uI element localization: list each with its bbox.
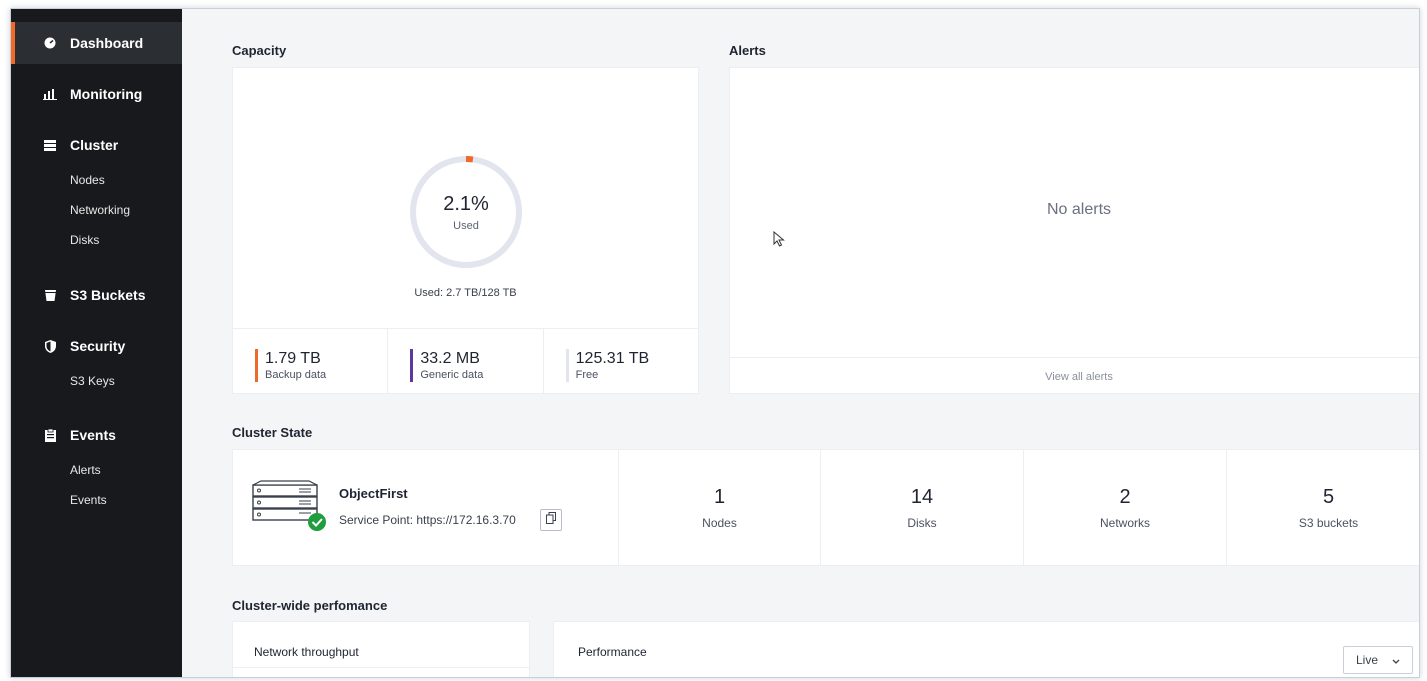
metric-nodes[interactable]: 1 Nodes — [619, 450, 821, 565]
view-all-alerts-link[interactable]: View all alerts — [730, 357, 1419, 395]
network-throughput-title: Network throughput — [254, 645, 359, 659]
sidebar-item-label: Dashboard — [70, 35, 144, 51]
metric-label: Networks — [1099, 516, 1150, 530]
sidebar-item-label: S3 Buckets — [70, 287, 146, 303]
capacity-stats: 1.79 TB Backup data 33.2 MB Generic data… — [233, 328, 698, 394]
live-dropdown[interactable]: Live — [1343, 646, 1413, 674]
stat-value: 1.79 TB — [265, 350, 321, 367]
stat-backup-data: 1.79 TB Backup data — [233, 329, 389, 394]
alerts-card: No alerts View all alerts — [729, 67, 1419, 395]
cluster-state-card: ObjectFirst Service Point: https://172.1… — [232, 449, 1419, 566]
copy-icon — [546, 511, 556, 529]
used-summary: Used: 2.7 TB/128 TB — [414, 287, 517, 299]
sidebar-subitem-events[interactable]: Events — [70, 493, 107, 507]
metric-value: 14 — [910, 486, 934, 508]
used-percent: 2.1% — [443, 192, 489, 215]
capacity-card: 2.1% Used Used: 2.7 TB/128 TB 1.79 TB Ba… — [232, 67, 699, 394]
sidebar-subitem-disks[interactable]: Disks — [70, 233, 99, 247]
metric-label: Nodes — [702, 516, 737, 530]
sidebar-subitem-nodes[interactable]: Nodes — [70, 173, 105, 187]
bar-chart-icon — [43, 87, 57, 101]
stat-label: Backup data — [265, 369, 327, 381]
sidebar-item-cluster[interactable]: Cluster — [11, 124, 182, 166]
stat-generic-data: 33.2 MB Generic data — [388, 329, 544, 394]
capacity-donut: 2.1% Used — [407, 153, 525, 271]
metric-networks[interactable]: 2 Networks — [1024, 450, 1227, 565]
capacity-title: Capacity — [232, 43, 287, 58]
cluster-info: ObjectFirst Service Point: https://172.1… — [233, 450, 619, 565]
stat-color-bar — [565, 349, 569, 382]
sidebar-subitem-alerts[interactable]: Alerts — [70, 463, 101, 477]
sidebar-item-label: Monitoring — [70, 86, 143, 102]
bucket-icon — [43, 288, 57, 302]
sidebar-subitem-networking[interactable]: Networking — [70, 203, 130, 217]
sidebar: Dashboard Monitoring Cluster Nodes Netwo… — [11, 9, 182, 677]
metric-label: Disks — [907, 516, 937, 530]
stat-value: 33.2 MB — [420, 350, 480, 367]
chevron-down-icon — [1392, 653, 1400, 667]
shield-icon — [43, 339, 57, 353]
alerts-title: Alerts — [729, 43, 766, 58]
dashboard-icon — [43, 36, 57, 50]
sidebar-item-security[interactable]: Security — [11, 325, 182, 367]
server-stack-icon — [43, 138, 57, 152]
performance-section-title: Cluster-wide perfomance — [232, 598, 388, 613]
mouse-cursor-icon — [773, 230, 785, 252]
metric-s3-buckets[interactable]: 5 S3 buckets — [1227, 450, 1419, 565]
clipboard-icon — [43, 428, 57, 442]
metric-value: 1 — [713, 486, 726, 508]
used-percent-label: Used — [453, 219, 479, 232]
sidebar-item-label: Security — [70, 338, 126, 354]
sidebar-subitem-s3-keys[interactable]: S3 Keys — [70, 374, 115, 388]
metric-value: 2 — [1119, 486, 1131, 508]
sidebar-item-events[interactable]: Events — [11, 414, 182, 456]
sidebar-item-s3-buckets[interactable]: S3 Buckets — [11, 274, 182, 316]
donut-center: 2.1% Used — [407, 153, 525, 271]
performance-title: Performance — [578, 645, 647, 659]
live-dropdown-label: Live — [1355, 653, 1378, 667]
sidebar-item-label: Events — [70, 427, 116, 443]
stat-label: Free — [575, 369, 599, 381]
server-icon — [251, 480, 331, 532]
sidebar-item-label: Cluster — [70, 137, 119, 153]
stat-free: 125.31 TB Free — [544, 329, 698, 394]
performance-card: Performance Live — [553, 621, 1419, 677]
metric-value: 5 — [1322, 486, 1335, 508]
main-content: Capacity Alerts 2.1% Used Used: 2.7 TB/1… — [182, 9, 1419, 677]
sidebar-item-monitoring[interactable]: Monitoring — [11, 73, 182, 115]
stat-label: Generic data — [420, 369, 484, 381]
no-alerts-text: No alerts — [1046, 201, 1112, 218]
stat-color-bar — [255, 349, 258, 382]
cluster-state-title: Cluster State — [232, 425, 313, 440]
stat-color-bar — [410, 349, 414, 382]
metric-label: S3 buckets — [1298, 516, 1359, 530]
cluster-name: ObjectFirst — [339, 486, 408, 501]
stat-value: 125.31 TB — [575, 350, 650, 367]
app-window: Dashboard Monitoring Cluster Nodes Netwo… — [10, 8, 1420, 678]
service-point: Service Point: https://172.16.3.70 — [339, 513, 516, 527]
network-throughput-card: Network throughput — [232, 621, 530, 677]
divider — [233, 667, 529, 668]
sidebar-item-dashboard[interactable]: Dashboard — [11, 22, 182, 64]
metric-disks[interactable]: 14 Disks — [821, 450, 1024, 565]
copy-button[interactable] — [540, 509, 562, 531]
